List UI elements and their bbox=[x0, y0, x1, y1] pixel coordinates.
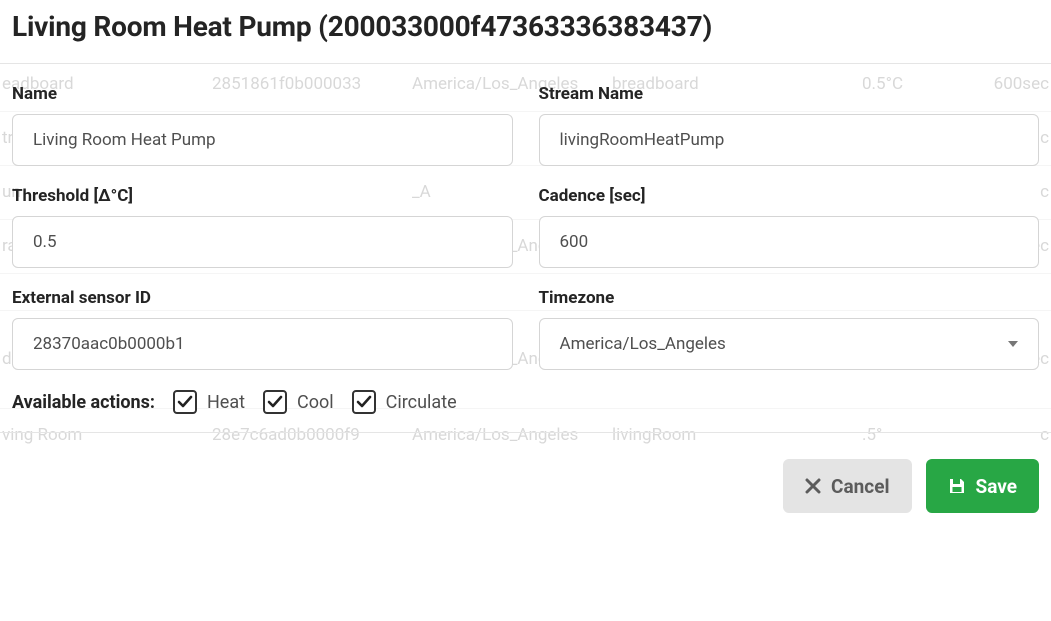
check-icon bbox=[177, 394, 193, 410]
cancel-label: Cancel bbox=[831, 475, 889, 498]
circulate-label: Circulate bbox=[386, 392, 457, 413]
timezone-select[interactable]: America/Los_Angeles bbox=[539, 318, 1040, 370]
modal-body: Name Stream Name Threshold [Δ°C] Cadence… bbox=[0, 64, 1051, 432]
stream-name-input[interactable] bbox=[539, 114, 1040, 166]
heat-checkbox[interactable] bbox=[173, 390, 197, 414]
available-actions-row: Available actions: Heat Cool Circulate bbox=[12, 390, 1039, 414]
external-sensor-input[interactable] bbox=[12, 318, 513, 370]
circulate-checkbox[interactable] bbox=[352, 390, 376, 414]
threshold-input[interactable] bbox=[12, 216, 513, 268]
check-icon bbox=[267, 394, 283, 410]
cool-checkbox[interactable] bbox=[263, 390, 287, 414]
modal-footer: Cancel Save bbox=[0, 432, 1051, 539]
threshold-label: Threshold [Δ°C] bbox=[12, 186, 513, 206]
caret-down-icon bbox=[1008, 341, 1018, 347]
name-label: Name bbox=[12, 84, 513, 104]
modal-title: Living Room Heat Pump (200033000f4736333… bbox=[12, 10, 1039, 43]
cancel-button[interactable]: Cancel bbox=[783, 459, 911, 513]
modal-header: Living Room Heat Pump (200033000f4736333… bbox=[0, 0, 1051, 64]
cool-label: Cool bbox=[297, 392, 334, 413]
timezone-label: Timezone bbox=[539, 288, 1040, 308]
save-label: Save bbox=[976, 475, 1018, 498]
name-input[interactable] bbox=[12, 114, 513, 166]
external-sensor-label: External sensor ID bbox=[12, 288, 513, 308]
stream-name-label: Stream Name bbox=[539, 84, 1040, 104]
check-icon bbox=[356, 394, 372, 410]
timezone-value: America/Los_Angeles bbox=[560, 334, 726, 354]
floppy-icon bbox=[948, 477, 966, 495]
cadence-input[interactable] bbox=[539, 216, 1040, 268]
cadence-label: Cadence [sec] bbox=[539, 186, 1040, 206]
x-icon bbox=[805, 478, 821, 494]
save-button[interactable]: Save bbox=[926, 459, 1040, 513]
heat-label: Heat bbox=[207, 392, 245, 413]
available-actions-label: Available actions: bbox=[12, 392, 155, 413]
